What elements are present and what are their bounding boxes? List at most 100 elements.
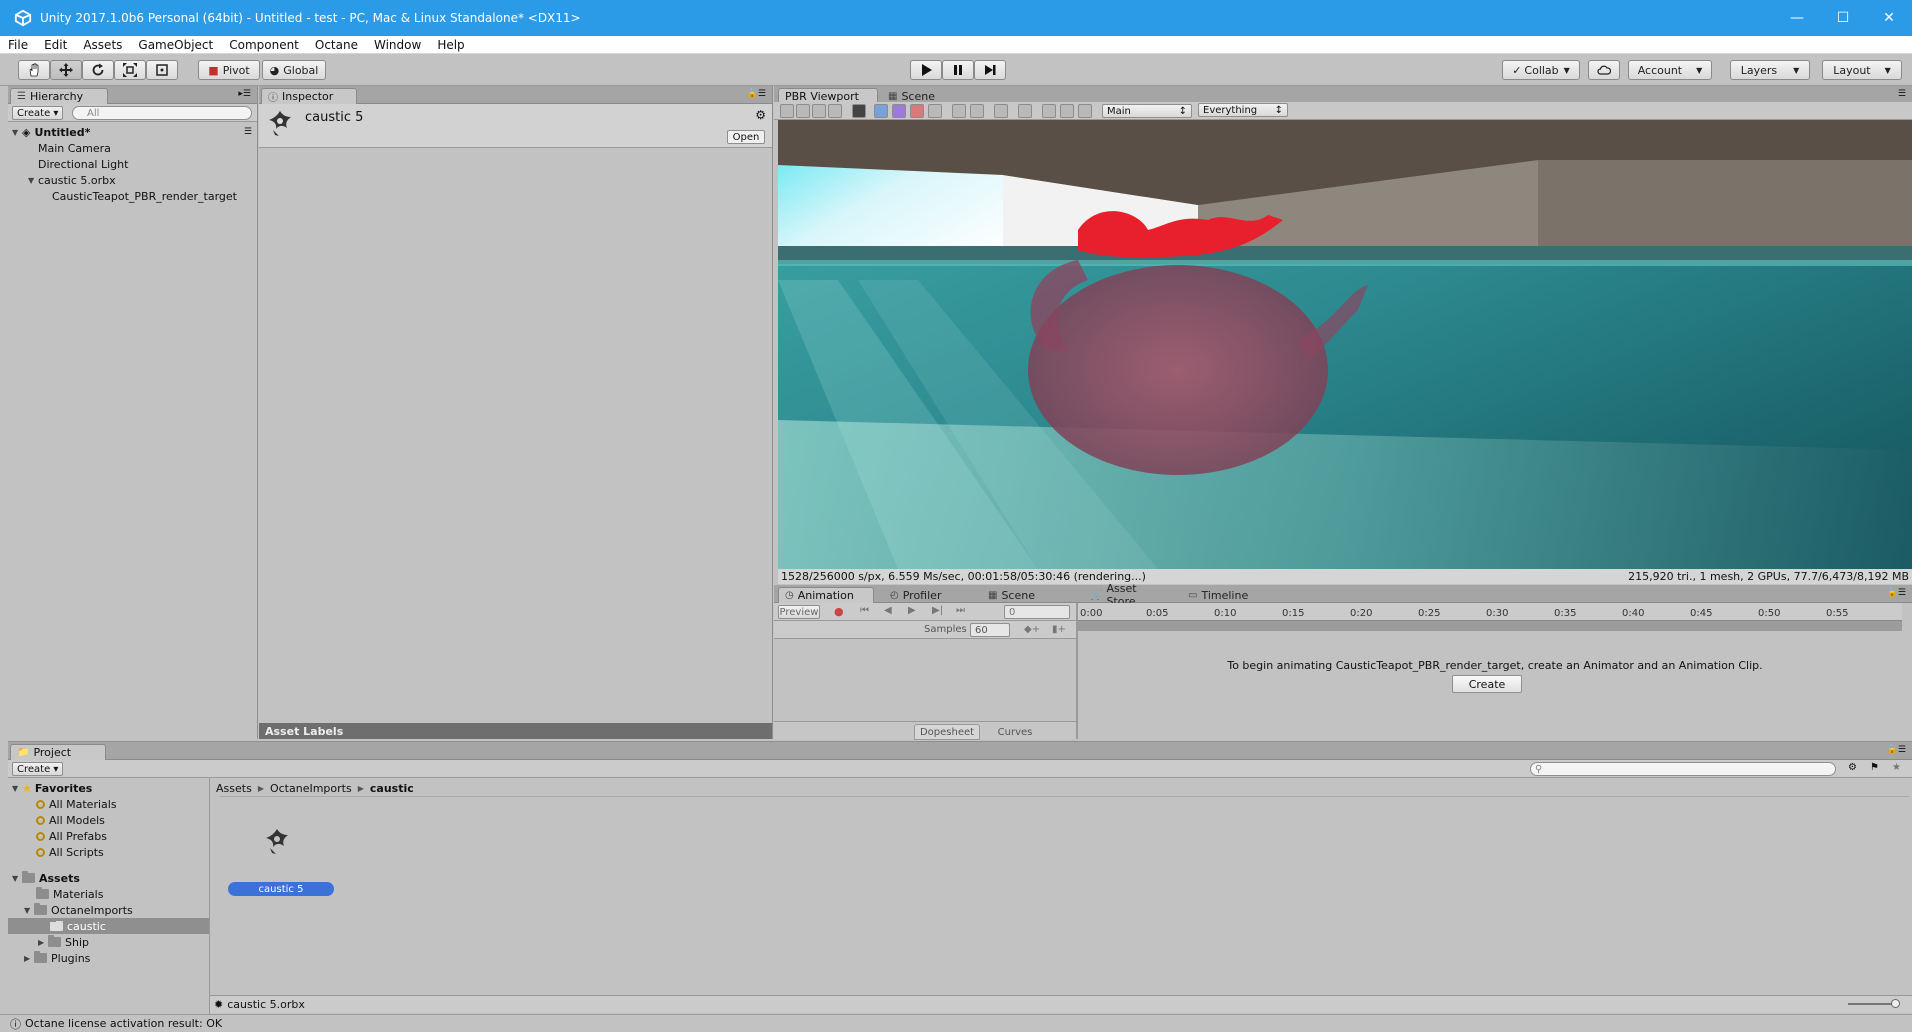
favorite-all-prefabs[interactable]: All Prefabs [36,828,107,844]
tab-dopesheet[interactable]: Dopesheet [914,724,980,740]
tab-hierarchy[interactable]: ☰ Hierarchy [10,88,108,104]
frame-field[interactable]: 0 [1004,605,1070,619]
create-animator-button[interactable]: Create [1452,675,1522,693]
tab-scene-2[interactable]: ▦ Scene [982,587,1052,603]
expand-triangle-icon[interactable]: ▼ [24,906,34,915]
collab-dropdown[interactable]: ✓ Collab ▼ [1502,60,1580,80]
panel-menu-icon[interactable]: 🔒☰ [1887,588,1906,598]
breadcrumb-octaneimports[interactable]: OctaneImports [270,782,352,795]
minimize-button[interactable]: — [1774,0,1820,36]
menu-file[interactable]: File [0,38,36,52]
tab-curves[interactable]: Curves [982,724,1048,740]
account-dropdown[interactable]: Account ▼ [1628,60,1712,80]
render-restart-icon[interactable] [812,104,826,118]
scale-tool-button[interactable] [114,60,146,80]
camera-icon[interactable] [874,104,888,118]
picker-icon[interactable] [994,104,1008,118]
open-button[interactable]: Open [727,130,765,144]
asset-labels-bar[interactable]: Asset Labels [259,723,772,739]
samples-field[interactable]: 60 [970,623,1010,637]
favorites-root[interactable]: ▼ ★ Favorites [12,780,92,796]
project-search-input[interactable]: ⚲ [1530,762,1836,776]
add-event-icon[interactable]: ▮+ [1052,624,1066,635]
favorite-all-scripts[interactable]: All Scripts [36,844,104,860]
close-button[interactable]: ✕ [1866,0,1912,36]
event-lane[interactable] [1078,621,1902,631]
hierarchy-create-button[interactable]: Create ▾ [12,106,64,120]
play-anim-icon[interactable]: ▶ [908,605,916,616]
render-start-icon[interactable] [780,104,794,118]
layers-dropdown[interactable]: Layers ▼ [1730,60,1810,80]
display-mode-icon[interactable] [852,104,866,118]
no-icon[interactable] [952,104,966,118]
menu-assets[interactable]: Assets [75,38,130,52]
pivot-toggle[interactable]: ■ Pivot [198,60,260,80]
panel-menu-icon[interactable]: ☰ [1898,89,1906,99]
hierarchy-item-caustic[interactable]: ▼ caustic 5.orbx [28,172,116,188]
panel-menu-icon[interactable]: ▸☰ [238,89,251,99]
folder-plugins[interactable]: ▶ Plugins [24,950,90,966]
layout-dropdown[interactable]: Layout ▼ [1822,60,1902,80]
region-icon[interactable] [1018,104,1032,118]
next-key-icon[interactable]: ▶| [932,605,943,616]
tab-animation[interactable]: ◷ Animation [778,587,874,603]
expand-triangle-icon[interactable]: ▼ [12,128,22,137]
expand-triangle-icon[interactable]: ▶ [38,938,48,947]
maximize-button[interactable]: ☐ [1820,0,1866,36]
expand-triangle-icon[interactable]: ▼ [12,784,22,793]
breadcrumb-caustic[interactable]: caustic [370,782,414,795]
hierarchy-search-input[interactable]: All [72,106,252,120]
light-icon[interactable] [910,104,924,118]
image-save-icon[interactable] [1042,104,1056,118]
last-key-icon[interactable]: ⏭ [956,605,965,616]
hierarchy-item-directional-light[interactable]: Directional Light [38,156,128,172]
folder-octaneimports[interactable]: ▼ OctaneImports [24,902,133,918]
tab-asset-store[interactable]: 🛒 Asset Store [1084,582,1174,608]
favorite-all-materials[interactable]: All Materials [36,796,117,812]
expand-triangle-icon[interactable]: ▼ [28,176,38,185]
asset-tile-caustic5[interactable]: caustic 5 [218,820,334,910]
gear-icon[interactable]: ⚙ [755,108,766,122]
render-view[interactable] [778,120,1912,569]
hierarchy-item-render-target[interactable]: CausticTeapot_PBR_render_target [52,188,237,204]
tab-project[interactable]: 📁 Project [10,744,106,760]
settings-icon[interactable] [1060,104,1074,118]
expand-triangle-icon[interactable]: ▼ [12,874,22,883]
menu-octane[interactable]: Octane [307,38,366,52]
project-create-button[interactable]: Create ▾ [12,762,64,776]
filter-type-icon[interactable]: ⚙ [1848,762,1857,773]
tools-icon[interactable] [1078,104,1092,118]
scene-root[interactable]: ▼ ◈ Untitled* ☰ [12,124,256,140]
star-icon[interactable]: ★ [1892,762,1901,773]
menu-component[interactable]: Component [221,38,307,52]
render-stop-icon[interactable] [796,104,810,118]
lock-icon[interactable] [928,104,942,118]
rotate-tool-button[interactable] [82,60,114,80]
folder-caustic[interactable]: caustic [8,918,209,934]
assets-root[interactable]: ▼ Assets [12,870,80,886]
layer-select[interactable]: Everything ↕ [1198,103,1288,117]
menu-window[interactable]: Window [366,38,429,52]
filter-label-icon[interactable]: ⚑ [1870,762,1879,773]
hand-tool-button[interactable] [18,60,50,80]
cloud-button[interactable] [1588,60,1620,80]
material-icon[interactable] [892,104,906,118]
rect-tool-button[interactable] [146,60,178,80]
move-tool-button[interactable] [50,60,82,80]
camera-select[interactable]: Main ↕ [1102,104,1192,118]
tab-timeline[interactable]: ▭ Timeline [1182,587,1262,603]
menu-gameobject[interactable]: GameObject [130,38,221,52]
first-key-icon[interactable]: ⏮ [860,605,869,616]
tab-inspector[interactable]: ⓘ Inspector [261,88,357,104]
panel-menu-icon[interactable]: 🔒☰ [1887,745,1906,755]
step-button[interactable] [974,60,1006,80]
play-button[interactable] [910,60,942,80]
pause-button[interactable] [942,60,974,80]
add-key-icon[interactable]: ◆+ [1024,624,1040,635]
render-pause-icon[interactable] [828,104,842,118]
menu-edit[interactable]: Edit [36,38,75,52]
favorite-all-models[interactable]: All Models [36,812,105,828]
hierarchy-item-main-camera[interactable]: Main Camera [38,140,111,156]
prev-key-icon[interactable]: ◀ [884,605,892,616]
zoom-slider-thumb[interactable] [1891,999,1900,1008]
